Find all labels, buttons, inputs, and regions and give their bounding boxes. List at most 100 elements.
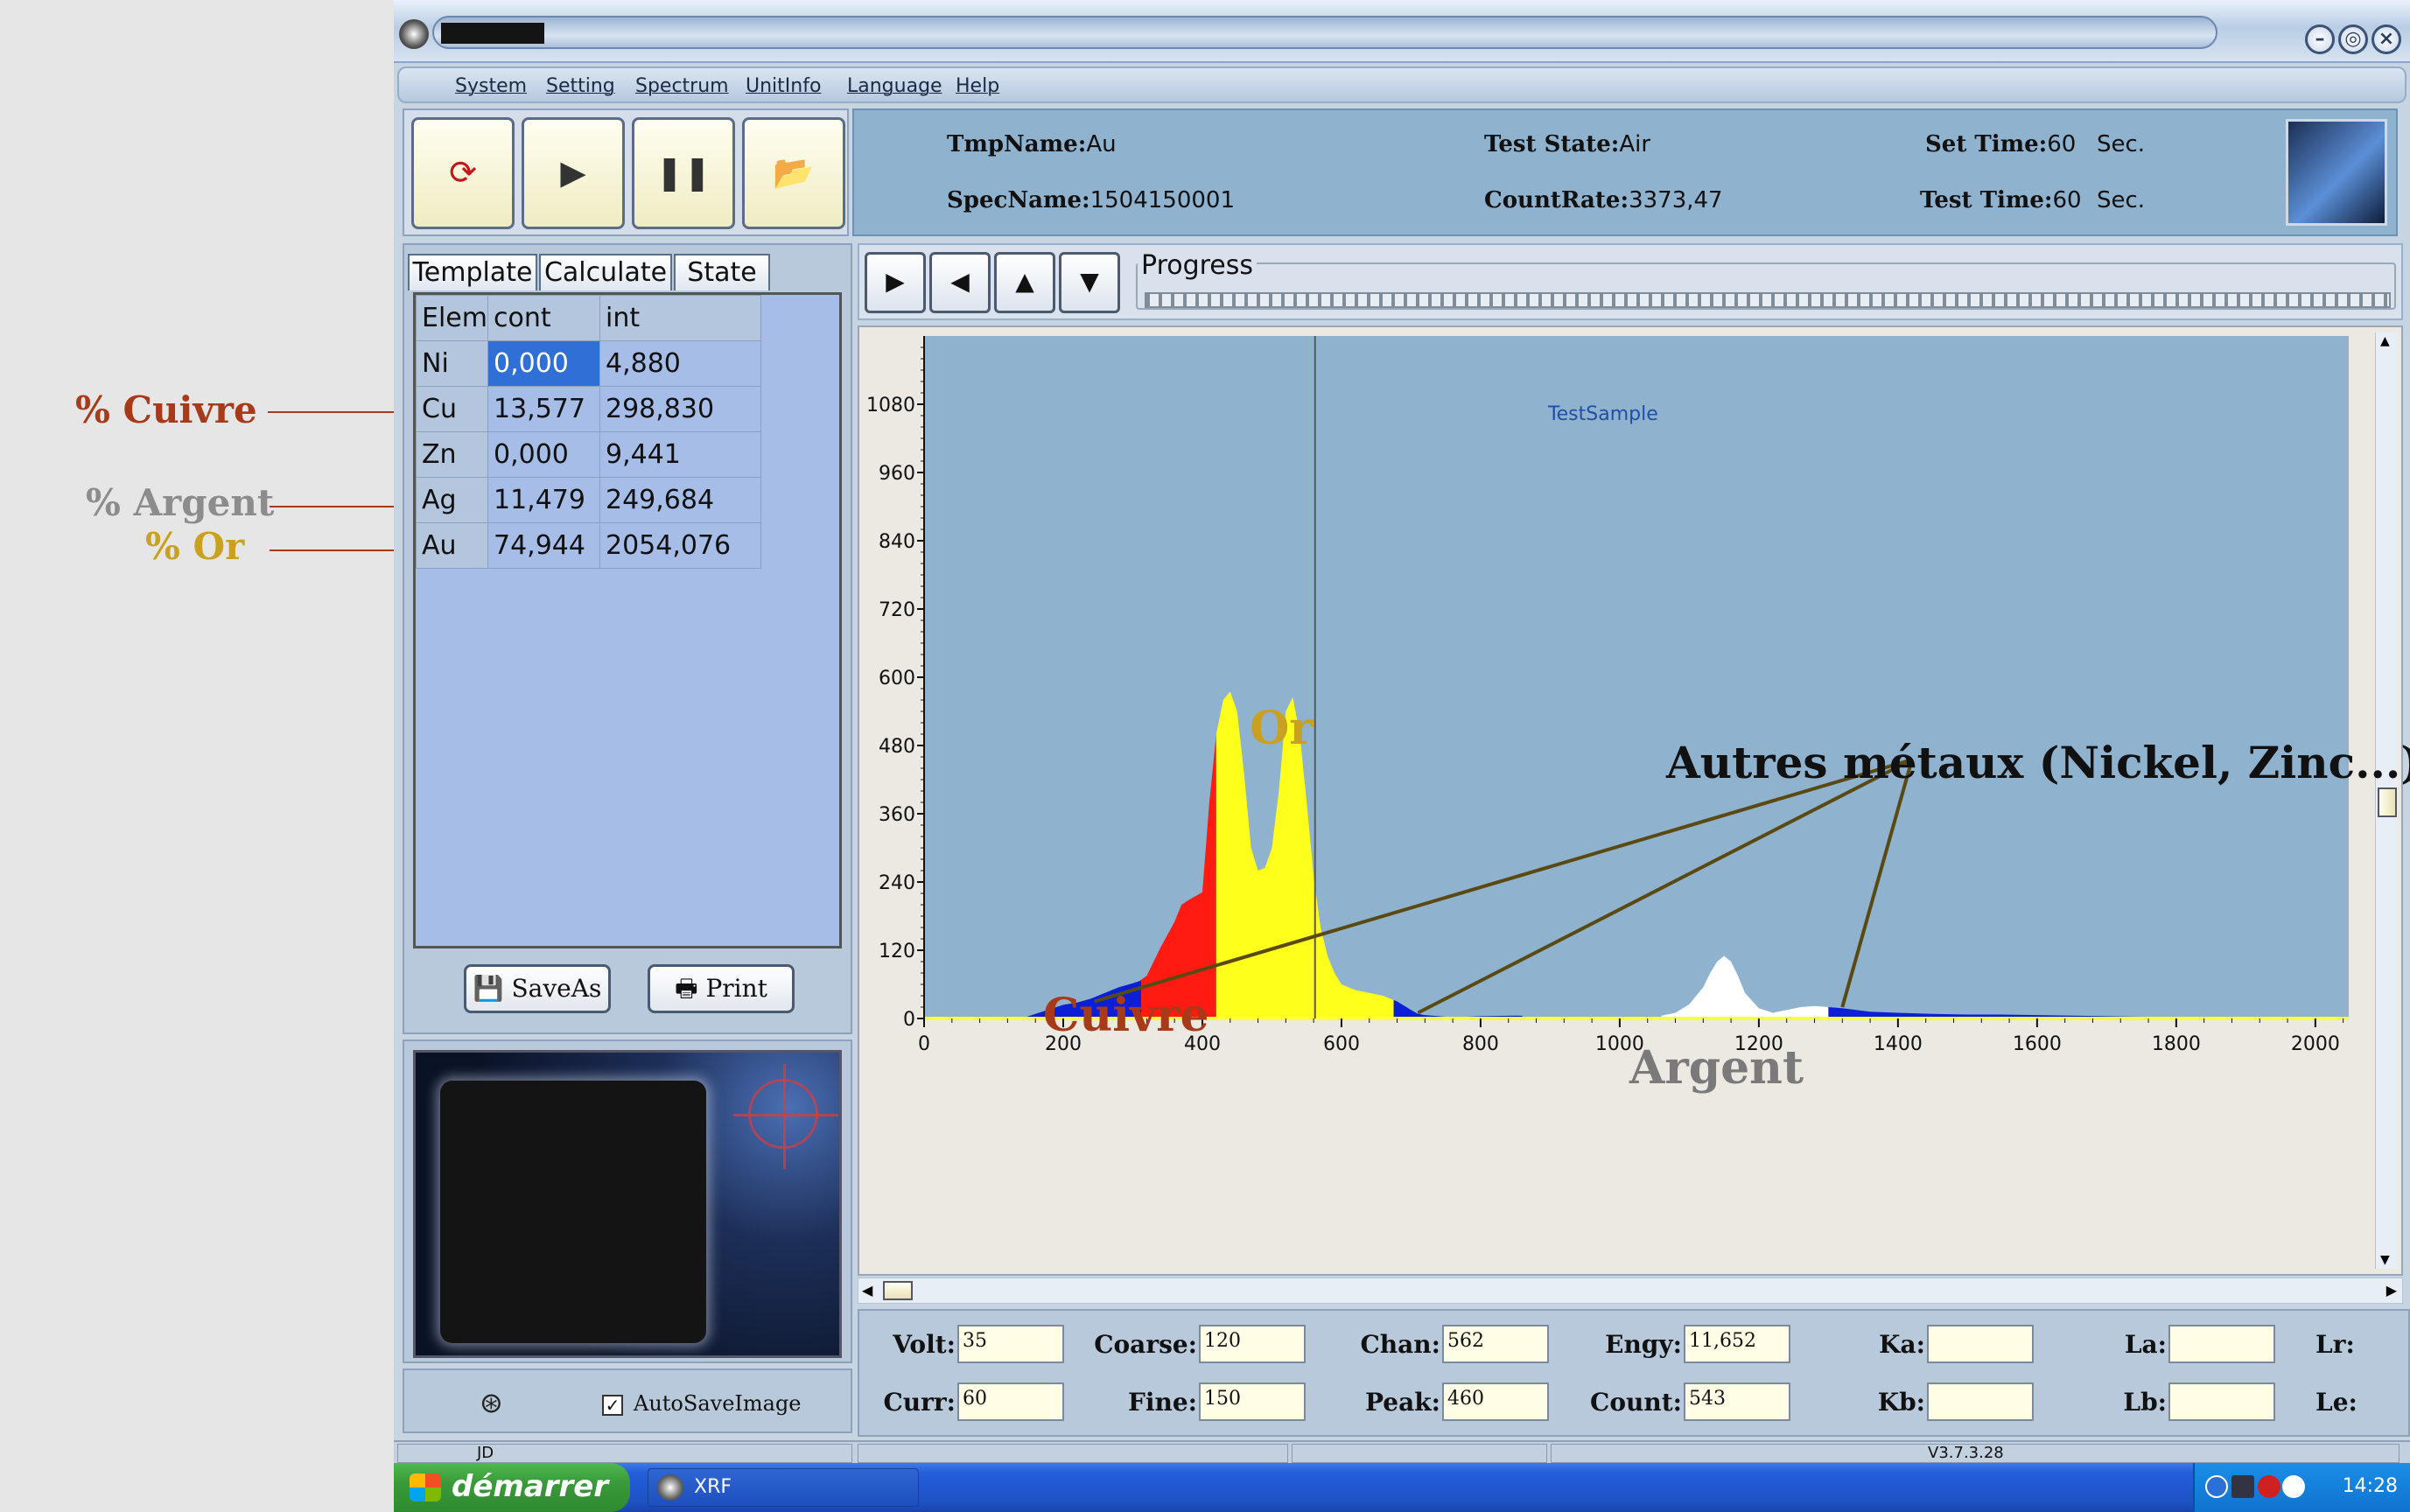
cell-int[interactable]: 2054,076 bbox=[599, 522, 761, 569]
tab-state[interactable]: State bbox=[674, 254, 770, 290]
security-icon[interactable] bbox=[2282, 1475, 2305, 1498]
nav-next-button[interactable]: ▶ bbox=[865, 252, 926, 313]
taskbar-item-xrf[interactable]: XRF bbox=[648, 1468, 919, 1507]
print-button[interactable]: 🖶 Print bbox=[648, 964, 795, 1013]
title-bar[interactable]: – ◎ × bbox=[394, 0, 2410, 63]
open-button[interactable]: 📂 bbox=[742, 117, 845, 229]
table-row[interactable]: Au 74,944 2054,076 bbox=[416, 522, 761, 569]
table-row[interactable]: Ni 0,000 4,880 bbox=[416, 340, 761, 387]
menu-unitinfo[interactable]: UnitInfo bbox=[746, 75, 821, 97]
la-label: La: bbox=[2124, 1330, 2167, 1359]
start-button[interactable]: démarrer bbox=[394, 1463, 630, 1512]
header-cont[interactable]: cont bbox=[487, 295, 600, 341]
windows-flag-icon bbox=[410, 1474, 441, 1502]
horizontal-scrollbar[interactable]: ◀ ▶ bbox=[858, 1278, 2403, 1304]
cell-int[interactable]: 249,684 bbox=[599, 477, 761, 523]
nav-down-button[interactable]: ▼ bbox=[1059, 252, 1120, 313]
cell-cont[interactable]: 74,944 bbox=[487, 522, 600, 569]
peak-label-argent: Argent bbox=[1629, 1041, 1804, 1095]
cell-cont[interactable]: 13,577 bbox=[487, 386, 600, 432]
tray-expand-icon[interactable] bbox=[2205, 1475, 2228, 1498]
restore-button[interactable]: ◎ bbox=[2338, 24, 2368, 54]
y-tick-label: 240 bbox=[879, 872, 915, 894]
title-redaction bbox=[441, 23, 544, 44]
results-table: Elem cont int Ni 0,000 4,880 Cu 13,577 2… bbox=[416, 295, 761, 569]
start-button[interactable]: ▶ bbox=[522, 117, 625, 229]
cell-int[interactable]: 298,830 bbox=[599, 386, 761, 432]
plot-background bbox=[924, 336, 2349, 1018]
menu-language[interactable]: Language bbox=[847, 75, 942, 97]
peak-label-or: Or bbox=[1250, 702, 1314, 755]
curr-field[interactable]: 60 bbox=[957, 1382, 1064, 1421]
coarse-field[interactable]: 120 bbox=[1199, 1325, 1306, 1363]
peak-field[interactable]: 460 bbox=[1442, 1382, 1549, 1421]
fine-label: Fine: bbox=[1127, 1388, 1197, 1417]
table-row[interactable]: Ag 11,479 249,684 bbox=[416, 477, 761, 523]
cell-elem[interactable]: Ni bbox=[416, 340, 488, 387]
scroll-down-icon[interactable]: ▼ bbox=[2380, 1253, 2390, 1267]
cell-elem[interactable]: Cu bbox=[416, 386, 488, 432]
minimize-button[interactable]: – bbox=[2305, 24, 2335, 54]
volt-field[interactable]: 35 bbox=[957, 1325, 1064, 1363]
stop-button[interactable]: ❚❚ bbox=[632, 117, 735, 229]
engy-field[interactable]: 11,652 bbox=[1684, 1325, 1790, 1363]
nav-prev-button[interactable]: ◀ bbox=[929, 252, 991, 313]
x-tick-label: 600 bbox=[1323, 1033, 1360, 1055]
close-button[interactable]: × bbox=[2371, 24, 2401, 54]
refresh-button[interactable]: ⟳ bbox=[411, 117, 515, 229]
volt-label: Volt: bbox=[893, 1330, 956, 1359]
nav-up-button[interactable]: ▲ bbox=[994, 252, 1055, 313]
la-field[interactable] bbox=[2168, 1325, 2275, 1363]
table-row[interactable]: Cu 13,577 298,830 bbox=[416, 386, 761, 432]
scroll-right-icon[interactable]: ▶ bbox=[2386, 1282, 2397, 1298]
scroll-left-icon[interactable]: ◀ bbox=[862, 1282, 872, 1298]
annotation-cuivre: % Cuivre bbox=[75, 388, 257, 431]
printer-icon: 🖶 bbox=[675, 974, 698, 1003]
crosshair-icon bbox=[733, 1064, 838, 1169]
vertical-scroll-thumb[interactable] bbox=[2378, 788, 2397, 817]
menu-setting[interactable]: Setting bbox=[546, 75, 615, 97]
cell-int[interactable]: 9,441 bbox=[599, 431, 761, 478]
tab-calculate[interactable]: Calculate bbox=[539, 254, 672, 290]
vertical-scrollbar[interactable]: ▲ ▼ bbox=[2375, 332, 2398, 1269]
kb-field[interactable] bbox=[1927, 1382, 2034, 1421]
y-tick-label: 720 bbox=[879, 599, 915, 621]
spec-name: SpecName:1504150001 bbox=[947, 187, 1236, 214]
horizontal-scroll-thumb[interactable] bbox=[883, 1281, 913, 1300]
cell-elem[interactable]: Au bbox=[416, 522, 488, 569]
cell-cont[interactable]: 0,000 bbox=[487, 431, 600, 478]
chan-field[interactable]: 562 bbox=[1442, 1325, 1549, 1363]
app-icon[interactable] bbox=[399, 19, 429, 49]
camera-icon[interactable]: ⊛ bbox=[480, 1386, 503, 1419]
camera-view bbox=[413, 1050, 842, 1358]
print-label: Print bbox=[705, 974, 767, 1003]
network-icon[interactable] bbox=[2231, 1475, 2254, 1498]
save-as-button[interactable]: 💾 SaveAs bbox=[464, 964, 611, 1013]
table-row[interactable]: Zn 0,000 9,441 bbox=[416, 431, 761, 478]
spectrum-chart-area: 0 120 240 360 480 600 720 840 960 1080 0 200 400 600 8… bbox=[858, 326, 2403, 1276]
set-time-unit: Sec. bbox=[2097, 131, 2146, 158]
cell-cont[interactable]: 11,479 bbox=[487, 477, 600, 523]
taskbar: démarrer XRF 14:28 bbox=[394, 1463, 2410, 1512]
kb-label: Kb: bbox=[1877, 1388, 1925, 1417]
menu-system[interactable]: System bbox=[455, 75, 527, 97]
brand-logo bbox=[2286, 119, 2387, 226]
ka-field[interactable] bbox=[1927, 1325, 2034, 1363]
header-int[interactable]: int bbox=[599, 295, 761, 341]
cell-elem[interactable]: Zn bbox=[416, 431, 488, 478]
tab-template[interactable]: Template bbox=[408, 254, 537, 290]
autosave-checkbox[interactable]: ✓ bbox=[602, 1395, 623, 1416]
fine-field[interactable]: 150 bbox=[1199, 1382, 1306, 1421]
alert-icon[interactable] bbox=[2258, 1475, 2280, 1498]
menu-help[interactable]: Help bbox=[956, 75, 999, 97]
lb-field[interactable] bbox=[2168, 1382, 2275, 1421]
cell-elem[interactable]: Ag bbox=[416, 477, 488, 523]
cell-int[interactable]: 4,880 bbox=[599, 340, 761, 387]
scroll-up-icon[interactable]: ▲ bbox=[2380, 334, 2390, 348]
table-header-row: Elem cont int bbox=[416, 295, 761, 341]
cell-cont[interactable]: 0,000 bbox=[487, 340, 600, 387]
menu-spectrum[interactable]: Spectrum bbox=[635, 75, 729, 97]
count-field[interactable]: 543 bbox=[1684, 1382, 1790, 1421]
spectrum-chart[interactable]: 012024036048060072084096010800 200 400 600 8… bbox=[859, 327, 2373, 1278]
header-elem[interactable]: Elem bbox=[416, 295, 488, 341]
